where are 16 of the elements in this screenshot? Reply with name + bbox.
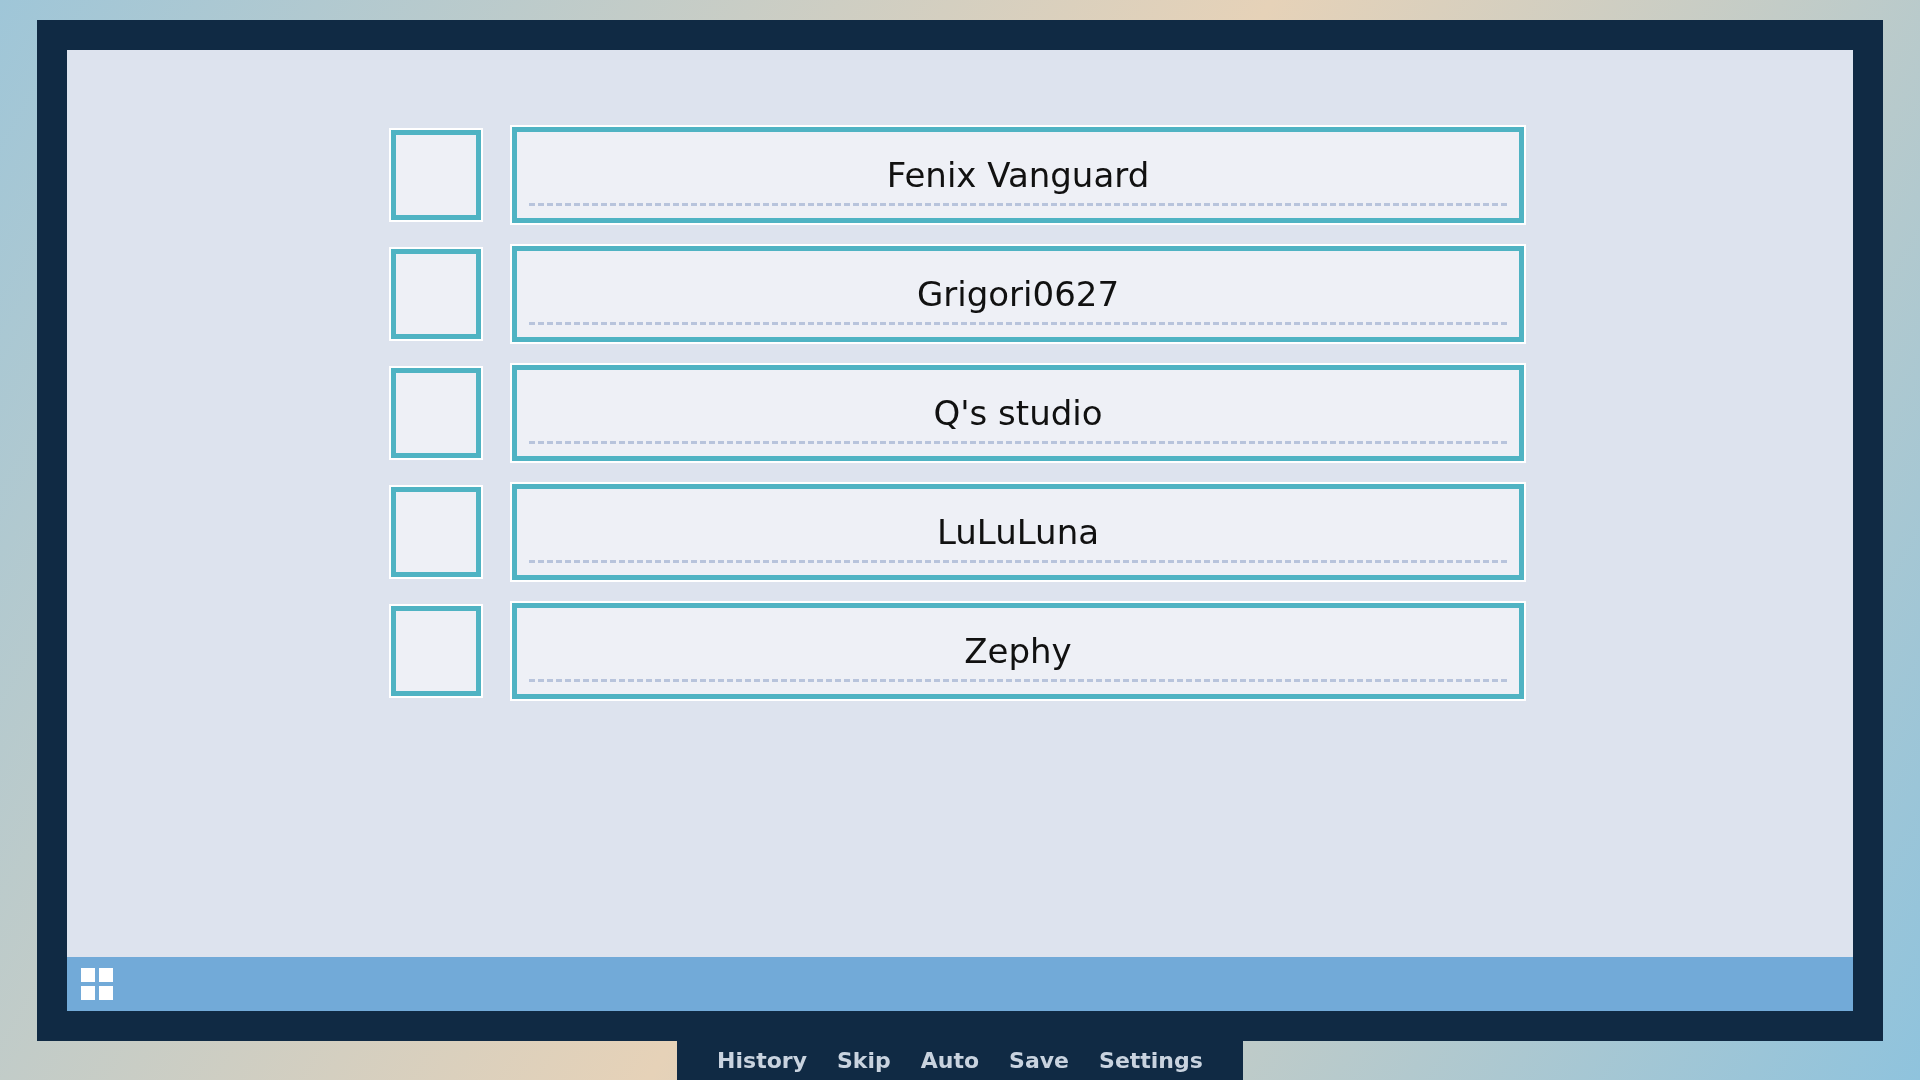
- checkbox[interactable]: [391, 249, 481, 339]
- menu-item[interactable]: Skip: [837, 1047, 891, 1073]
- grid-icon[interactable]: [81, 967, 113, 1000]
- menu-item[interactable]: History: [717, 1047, 807, 1073]
- menu-item[interactable]: Auto: [920, 1047, 980, 1073]
- choice-button[interactable]: LuLuLuna: [512, 484, 1524, 580]
- checkbox[interactable]: [391, 130, 481, 220]
- menu-item[interactable]: Save: [1009, 1047, 1070, 1073]
- choice-button[interactable]: Fenix Vanguard: [512, 127, 1524, 223]
- choice-button[interactable]: Zephy: [512, 603, 1524, 699]
- choice-button[interactable]: Q's studio: [512, 365, 1524, 461]
- choice-button[interactable]: Grigori0627: [512, 246, 1524, 342]
- menu-item[interactable]: Settings: [1099, 1047, 1203, 1073]
- checkbox[interactable]: [391, 606, 481, 696]
- checkbox[interactable]: [391, 368, 481, 458]
- checkbox[interactable]: [391, 487, 481, 577]
